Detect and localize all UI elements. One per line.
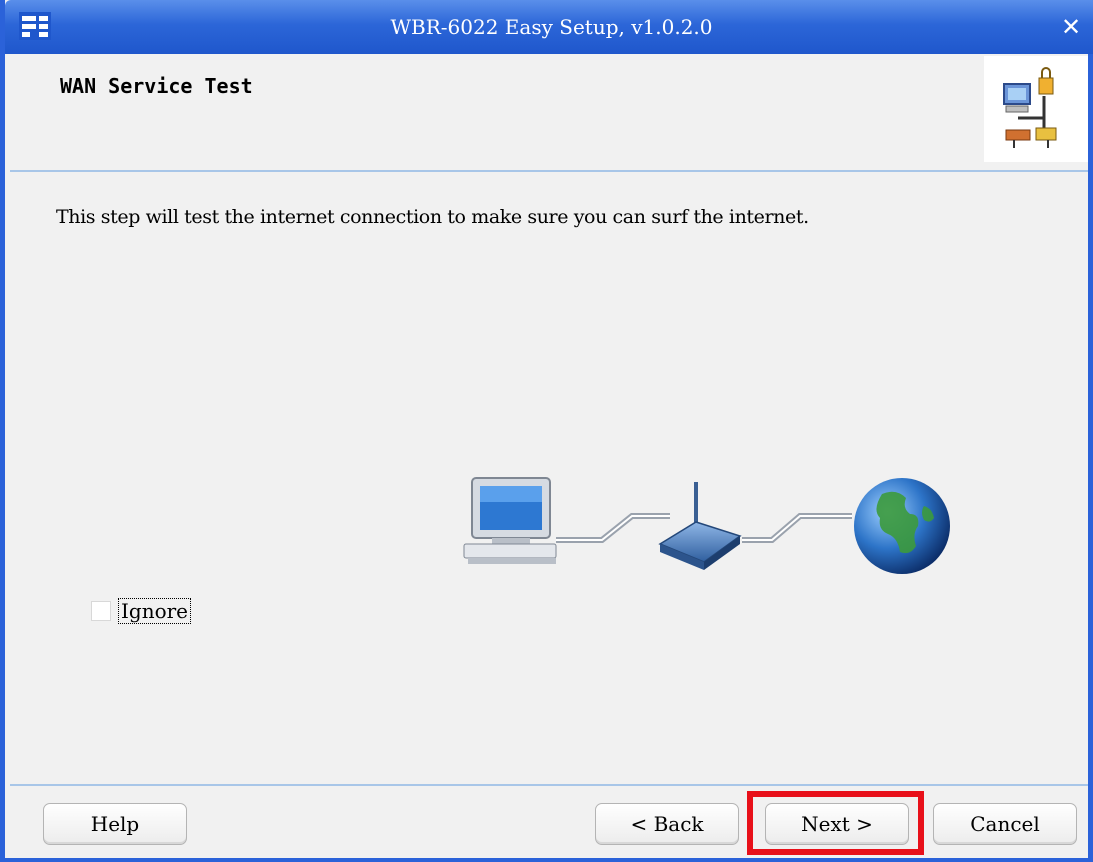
connection-illustration — [463, 477, 950, 574]
ignore-checkbox[interactable] — [91, 601, 111, 621]
title-bar[interactable]: WBR-6022 Easy Setup, v1.0.2.0 ✕ — [5, 0, 1093, 54]
close-icon[interactable]: ✕ — [1058, 14, 1084, 40]
cable-left — [556, 513, 670, 543]
help-button[interactable]: Help — [43, 803, 187, 845]
computer-icon — [463, 477, 557, 564]
page-title: WAN Service Test — [60, 74, 253, 98]
ignore-label[interactable]: Ignore — [117, 598, 192, 624]
header-icon-box — [984, 56, 1088, 162]
footer-divider — [10, 784, 1088, 786]
network-setup-icon — [1003, 67, 1057, 148]
setup-wizard-window: WBR-6022 Easy Setup, v1.0.2.0 ✕ WAN Serv… — [0, 0, 1093, 862]
back-button[interactable]: < Back — [595, 803, 739, 845]
wizard-header: WAN Service Test — [10, 54, 1088, 172]
step-description: This step will test the internet connect… — [56, 206, 809, 228]
cancel-button[interactable]: Cancel — [933, 803, 1077, 845]
globe-icon — [854, 478, 950, 574]
window-title: WBR-6022 Easy Setup, v1.0.2.0 — [390, 15, 713, 39]
next-button-highlight — [747, 791, 924, 855]
router-icon — [658, 482, 742, 570]
